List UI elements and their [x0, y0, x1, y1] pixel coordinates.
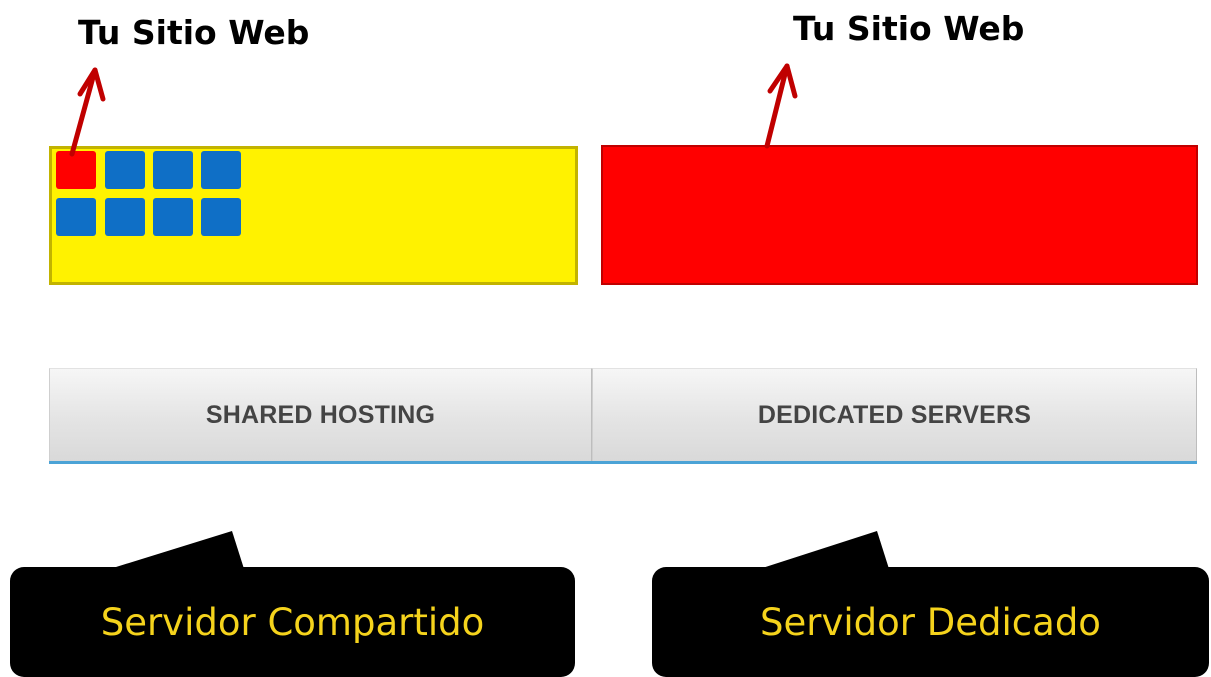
arrow-to-your-site-shared [69, 67, 98, 157]
callout-pointer-dedicated [750, 531, 890, 572]
callout-dedicated-server: Servidor Dedicado [652, 567, 1209, 677]
hosting-tabs: SHARED HOSTING DEDICATED SERVERS [49, 368, 1197, 464]
tab-shared-hosting[interactable]: SHARED HOSTING [49, 368, 592, 461]
callout-shared-server: Servidor Compartido [10, 567, 575, 677]
tab-dedicated-servers[interactable]: DEDICATED SERVERS [592, 368, 1197, 461]
callout-pointer-shared [100, 531, 245, 572]
